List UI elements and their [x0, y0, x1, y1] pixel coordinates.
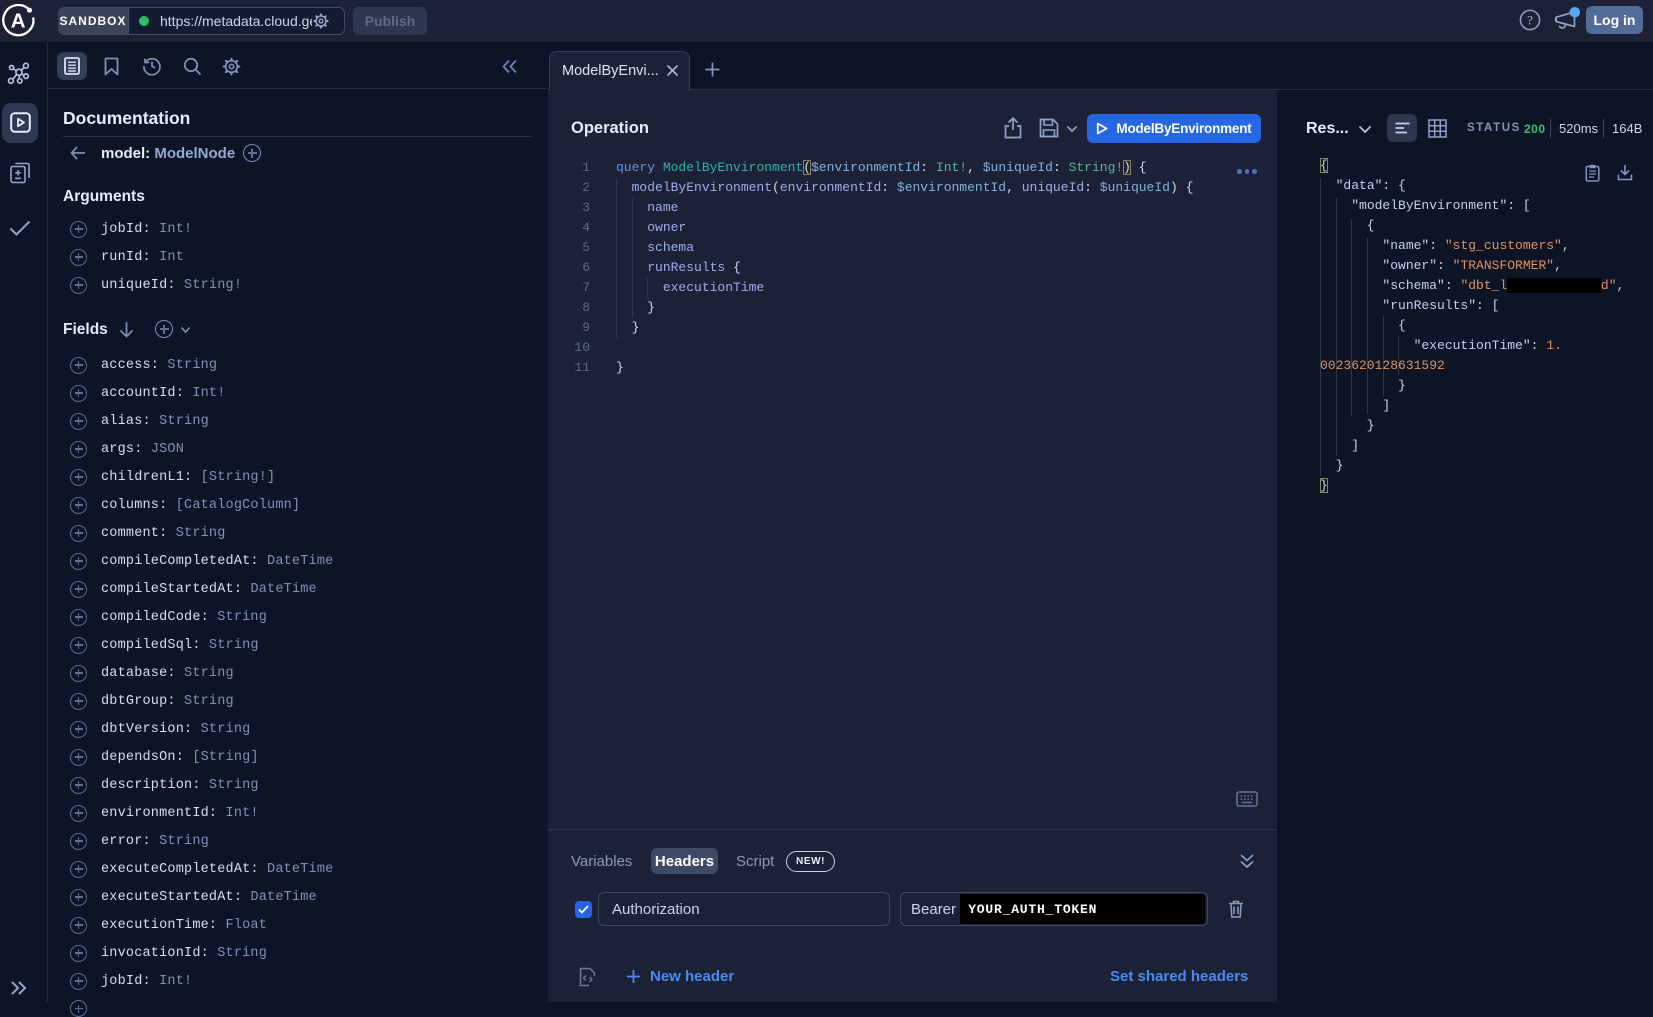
- svg-text:A: A: [11, 10, 26, 33]
- svg-text:?: ?: [1527, 13, 1533, 28]
